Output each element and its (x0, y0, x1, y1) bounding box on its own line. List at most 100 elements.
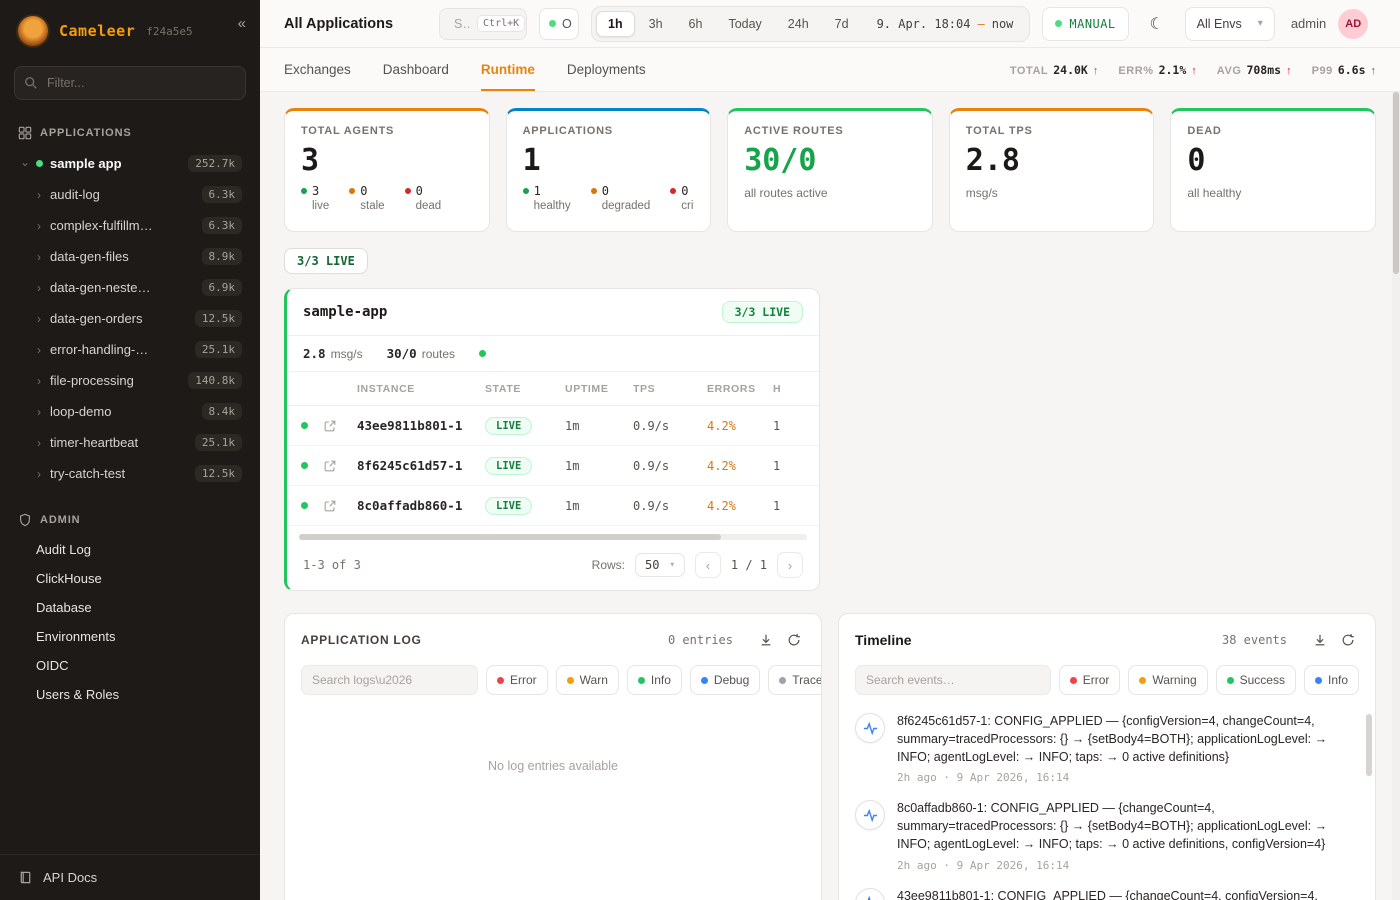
book-icon (18, 870, 33, 885)
sidebar-item-database[interactable]: Database (10, 593, 250, 622)
list-item[interactable]: 8c0affadb860-1: CONFIG_APPLIED — {change… (855, 800, 1353, 871)
range-button-3h[interactable]: 3h (637, 11, 675, 37)
tab-dashboard[interactable]: Dashboard (383, 48, 449, 91)
timeline-filter-success[interactable]: Success (1216, 665, 1296, 695)
tree-item-label: data-gen-orders (50, 311, 143, 326)
external-link-icon[interactable] (323, 419, 357, 433)
log-empty-state: No log entries available (285, 707, 821, 773)
list-item[interactable]: 43ee9811b801-1: CONFIG_APPLIED — {change… (855, 888, 1353, 900)
log-filter-error[interactable]: Error (486, 665, 548, 695)
log-filter-trace[interactable]: Trace (768, 665, 822, 695)
sidebar-item-error-handling[interactable]: › error-handling-… 25.1k (10, 334, 250, 365)
sidebar-item-clickhouse[interactable]: ClickHouse (10, 564, 250, 593)
sidebar-item-environments[interactable]: Environments (10, 622, 250, 651)
horizontal-scrollbar[interactable] (299, 534, 807, 540)
status-dot (301, 462, 308, 469)
dark-mode-toggle[interactable]: ☾ (1141, 8, 1173, 40)
external-link-icon[interactable] (323, 499, 357, 513)
rows-per-page-select[interactable]: 50 ▾ (635, 553, 685, 577)
status-dot (701, 677, 708, 684)
log-search-input[interactable] (301, 665, 478, 695)
page-scrollbar[interactable] (1392, 92, 1400, 900)
status-dot (1227, 677, 1234, 684)
log-filter-info[interactable]: Info (627, 665, 682, 695)
table-row[interactable]: 8c0affadb860-1 LIVE 1m 0.9/s 4.2% 1 (287, 486, 819, 526)
uptime-cell: 1m (565, 459, 633, 473)
avatar[interactable]: AD (1338, 9, 1368, 39)
scrollbar-thumb[interactable] (1366, 714, 1372, 776)
table-row[interactable]: 43ee9811b801-1 LIVE 1m 0.9/s 4.2% 1 (287, 406, 819, 446)
range-button-7d[interactable]: 7d (823, 11, 861, 37)
download-icon[interactable] (755, 629, 777, 651)
log-filter-warn[interactable]: Warn (556, 665, 619, 695)
connection-status-pill[interactable]: O (539, 8, 579, 40)
event-text: 8c0affadb860-1: CONFIG_APPLIED — {change… (897, 800, 1353, 853)
tree-item-label: try-catch-test (50, 466, 125, 481)
manual-refresh-button[interactable]: MANUAL (1042, 7, 1128, 41)
external-link-icon[interactable] (323, 459, 357, 473)
range-button-1h[interactable]: 1h (596, 11, 635, 37)
timeline-search-input[interactable] (855, 665, 1051, 695)
status-dot (779, 677, 786, 684)
environment-select[interactable]: All Envs ▾ (1185, 7, 1275, 41)
api-docs-link[interactable]: API Docs (0, 854, 260, 900)
sidebar-item-audit-log-admin[interactable]: Audit Log (10, 535, 250, 564)
list-item[interactable]: 8f6245c61d57-1: CONFIG_APPLIED — {config… (855, 713, 1353, 784)
panel-title: APPLICATION LOG (301, 633, 422, 647)
status-dot (670, 188, 676, 194)
tree-item-count-badge: 6.3k (202, 217, 243, 234)
sidebar-item-try-catch-test[interactable]: › try-catch-test 12.5k (10, 458, 250, 489)
scrollbar-thumb[interactable] (1393, 92, 1399, 274)
sidebar-filter-input[interactable] (14, 66, 246, 100)
heap-cell: 1 (773, 499, 820, 513)
tps-cell: 0.9/s (633, 419, 707, 433)
date-range-display[interactable]: 9. Apr. 18:04 — now (863, 17, 1026, 31)
instance-id: 8f6245c61d57-1 (357, 458, 485, 473)
log-filter-debug[interactable]: Debug (690, 665, 760, 695)
tree-item-label: loop-demo (50, 404, 111, 419)
panel-title: Timeline (855, 632, 912, 648)
moon-icon: ☾ (1149, 14, 1163, 34)
tree-item-label: sample app (50, 156, 122, 171)
app-name: sample-app (303, 304, 387, 320)
username-label: admin (1291, 16, 1326, 31)
card-dead: DEAD 0 all healthy (1170, 108, 1376, 232)
sidebar-item-data-gen-files[interactable]: › data-gen-files 8.9k (10, 241, 250, 272)
download-icon[interactable] (1309, 629, 1331, 651)
timeline-filter-info[interactable]: Info (1304, 665, 1359, 695)
scrollbar-thumb[interactable] (299, 534, 721, 540)
connection-status-label: O (562, 17, 572, 31)
sidebar-item-users-roles[interactable]: Users & Roles (10, 680, 250, 709)
sidebar-item-data-gen-orders[interactable]: › data-gen-orders 12.5k (10, 303, 250, 334)
sidebar-item-oidc[interactable]: OIDC (10, 651, 250, 680)
timeline-scrollbar[interactable] (1366, 714, 1372, 900)
sidebar-item-loop-demo[interactable]: › loop-demo 8.4k (10, 396, 250, 427)
refresh-icon[interactable] (783, 629, 805, 651)
timeline-filter-error[interactable]: Error (1059, 665, 1121, 695)
sidebar-item-audit-log[interactable]: › audit-log 6.3k (10, 179, 250, 210)
admin-item-label: Environments (36, 629, 115, 644)
sidebar-collapse-icon[interactable]: « (238, 14, 246, 31)
refresh-icon[interactable] (1337, 629, 1359, 651)
next-page-button[interactable]: › (777, 552, 803, 578)
sidebar-item-data-gen-nested[interactable]: › data-gen-neste… 6.9k (10, 272, 250, 303)
global-search[interactable]: Ctrl+K (439, 8, 527, 40)
tab-runtime[interactable]: Runtime (481, 48, 535, 91)
range-button-today[interactable]: Today (716, 11, 773, 37)
range-button-6h[interactable]: 6h (677, 11, 715, 37)
prev-page-button[interactable]: ‹ (695, 552, 721, 578)
global-search-input[interactable] (454, 17, 472, 31)
heap-cell: 1 (773, 419, 820, 433)
sidebar-item-timer-heartbeat[interactable]: › timer-heartbeat 25.1k (10, 427, 250, 458)
admin-item-label: Audit Log (36, 542, 91, 557)
table-row[interactable]: 8f6245c61d57-1 LIVE 1m 0.9/s 4.2% 1 (287, 446, 819, 486)
tree-item-count-badge: 252.7k (188, 155, 242, 172)
timeline-filter-warning[interactable]: Warning (1128, 665, 1207, 695)
range-button-24h[interactable]: 24h (776, 11, 821, 37)
app-live-badge: 3/3 LIVE (722, 301, 803, 323)
tab-exchanges[interactable]: Exchanges (284, 48, 351, 91)
tab-deployments[interactable]: Deployments (567, 48, 646, 91)
sidebar-item-file-processing[interactable]: › file-processing 140.8k (10, 365, 250, 396)
sidebar-item-sample-app[interactable]: ⌄ sample app 252.7k (10, 148, 250, 179)
sidebar-item-complex-fulfillment[interactable]: › complex-fulfillm… 6.3k (10, 210, 250, 241)
